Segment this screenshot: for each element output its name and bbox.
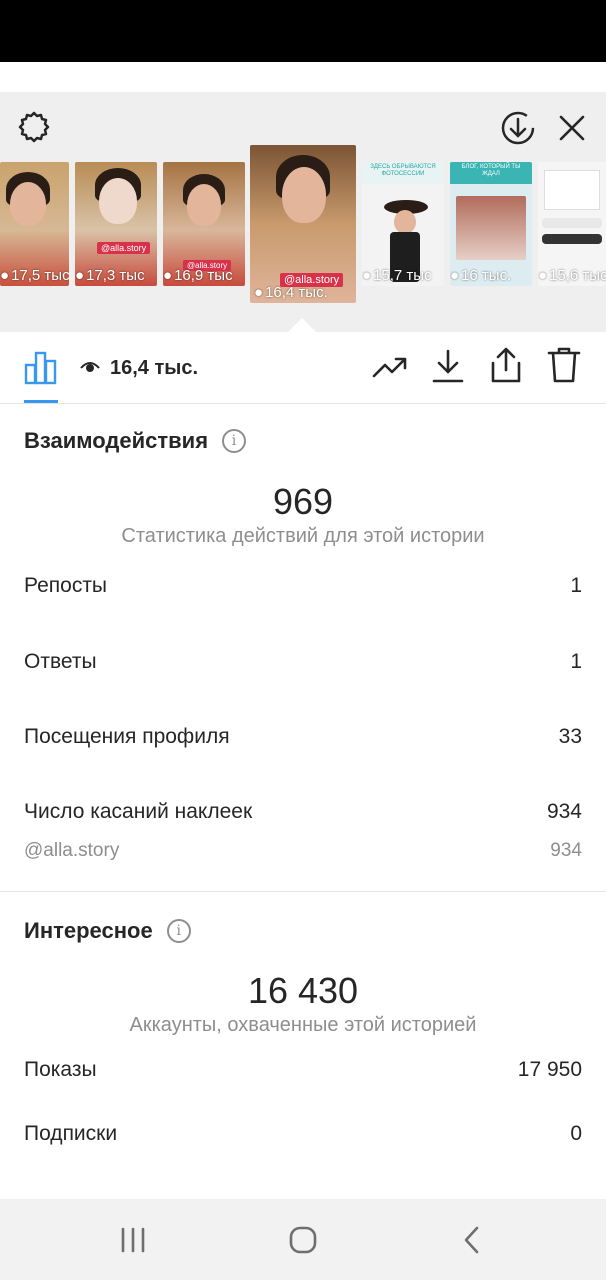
story-carousel: ● 17,5 тыс @alla.story ● 17,3 тыс @alla.st… — [0, 92, 606, 332]
stat-value: 33 — [558, 725, 582, 748]
eye-icon — [80, 357, 100, 380]
system-nav-bar — [0, 1199, 606, 1280]
story-thumbnail[interactable]: ● 15,6 тыс — [538, 162, 606, 286]
story-views: ● 15,6 тыс — [538, 267, 606, 284]
story-views: ● 17,3 тыс — [75, 267, 145, 284]
story-views: ● 16 тыс. — [450, 267, 512, 284]
stat-value: 934 — [550, 840, 582, 861]
interactions-subtitle: Статистика действий для этой истории — [121, 525, 485, 547]
stat-value: 1 — [570, 650, 582, 673]
stat-row-impressions: Показы 17 950 — [24, 1058, 582, 1082]
discovery-subtitle: Аккаунты, охваченные этой историей — [129, 1014, 477, 1036]
stat-value: 0 — [570, 1122, 582, 1145]
eye-icon: ● — [538, 267, 548, 284]
back-icon[interactable] — [452, 1223, 492, 1257]
story-tag: @alla.story — [97, 242, 151, 254]
story-header: БЛОГ, КОТОРЫЙ ТЫ ЖДАЛ — [450, 162, 532, 184]
info-icon[interactable]: i — [222, 429, 247, 453]
stat-label: Число касаний наклеек — [24, 800, 253, 823]
interactions-heading: Взаимодействия i — [24, 428, 247, 454]
settings-gear-icon[interactable] — [14, 108, 54, 148]
stat-value: 934 — [546, 800, 582, 823]
discovery-total: 16 430 — [247, 970, 359, 1011]
stat-label: Подписки — [24, 1122, 118, 1145]
active-tab-indicator — [24, 400, 58, 403]
story-views: ● 17,5 тыс — [0, 267, 69, 284]
eye-icon: ● — [75, 267, 85, 284]
eye-icon: ● — [163, 267, 173, 284]
story-thumbnail[interactable]: @alla.story ● 17,3 тыс — [75, 162, 157, 286]
download-circle-icon[interactable] — [498, 108, 538, 148]
story-header: ЗДЕСЬ ОБРЫВАЮТСЯ ФОТОСЕССИИ — [362, 162, 444, 184]
recent-apps-icon[interactable] — [113, 1223, 153, 1257]
story-thumbnail[interactable]: @alla.story ● 16,9 тыс — [163, 162, 245, 286]
stat-row-follows: Подписки 0 — [24, 1122, 582, 1146]
trend-icon[interactable] — [370, 348, 410, 388]
story-views: ● 16,9 тыс — [163, 267, 233, 284]
story-thumbnail-selected[interactable]: @alla.story ● 16,4 тыс. — [250, 145, 356, 303]
story-thumbnail[interactable]: ЗДЕСЬ ОБРЫВАЮТСЯ ФОТОСЕССИИ ● 15,7 тыс — [362, 162, 444, 286]
section-divider — [0, 891, 606, 892]
eye-icon: ● — [254, 284, 264, 301]
discovery-heading: Интересное i — [24, 918, 191, 944]
stat-label: @alla.story — [24, 840, 120, 861]
story-thumbnail[interactable]: БЛОГ, КОТОРЫЙ ТЫ ЖДАЛ ● 16 тыс. — [450, 162, 532, 286]
bar-chart-icon[interactable] — [20, 346, 62, 388]
top-spacer — [0, 62, 606, 92]
info-icon[interactable]: i — [166, 919, 191, 943]
selected-story-pointer — [288, 318, 316, 332]
stat-row-profile-visits: Посещения профиля 33 — [24, 725, 582, 749]
section-title: Интересное — [24, 918, 153, 943]
status-bar — [0, 0, 606, 62]
stat-value: 1 — [570, 574, 582, 597]
download-icon[interactable] — [428, 346, 468, 386]
stat-label: Ответы — [24, 650, 97, 673]
stat-label: Репосты — [24, 574, 108, 597]
eye-icon: ● — [450, 267, 460, 284]
stat-row-replies: Ответы 1 — [24, 650, 582, 674]
views-summary: 16,4 тыс. — [80, 352, 198, 384]
story-views: ● 15,7 тыс — [362, 267, 432, 284]
stat-row-reposts: Репосты 1 — [24, 574, 582, 598]
eye-icon: ● — [0, 267, 10, 284]
views-count: 16,4 тыс. — [110, 356, 199, 379]
close-icon[interactable] — [552, 108, 592, 148]
trash-icon[interactable] — [544, 344, 584, 386]
story-views: ● 16,4 тыс. — [254, 284, 328, 301]
story-toolbar: 16,4 тыс. — [0, 332, 606, 404]
interactions-total: 969 — [272, 481, 334, 522]
eye-icon: ● — [362, 267, 372, 284]
story-thumbnail[interactable]: ● 17,5 тыс — [0, 162, 69, 286]
stat-label: Посещения профиля — [24, 725, 230, 748]
home-icon[interactable] — [283, 1223, 323, 1257]
stat-row-sticker-mention: @alla.story 934 — [24, 840, 582, 862]
stat-row-sticker-taps: Число касаний наклеек 934 — [24, 800, 582, 824]
stat-value: 17 950 — [517, 1058, 582, 1081]
section-title: Взаимодействия — [24, 428, 209, 453]
share-icon[interactable] — [486, 344, 526, 386]
stat-label: Показы — [24, 1058, 97, 1081]
